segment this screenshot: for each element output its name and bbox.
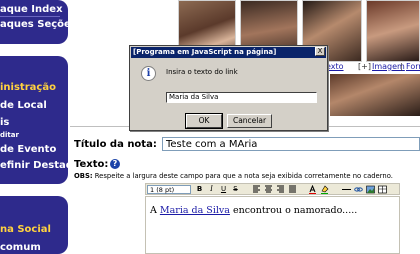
sidebar-section-admin: inistração de Local is ditar de Evento e… [0,56,77,184]
javascript-prompt-dialog: [Programa em JavaScript na página] X i I… [129,45,328,131]
sidebar-item-definir-destaque[interactable]: efinir Destaq. [0,160,77,171]
title-input[interactable]: Teste com a MAria [162,137,420,151]
align-center-icon[interactable] [264,185,273,194]
obs-label: OBS: [74,172,93,180]
ok-button[interactable]: OK [185,113,223,129]
photo-thumbnail-partial[interactable] [330,74,420,116]
editor-text-suffix: encontrou o namorado..... [229,205,358,216]
rich-text-editor[interactable]: A Maria da Silva encontrou o namorado...… [145,196,400,254]
obs-text: Respeite a largura deste campo para que … [92,172,393,180]
align-justify-icon[interactable] [288,185,297,194]
italic-button[interactable]: I [207,185,216,194]
sidebar-item-evento[interactable]: de Evento [0,144,56,155]
editor-text-prefix: A [150,205,160,216]
font-size-select[interactable]: 1 (8 pt) [147,185,191,194]
sidebar-item-editar[interactable]: ditar [0,131,19,139]
sidebar-social-heading: na Social [0,224,51,235]
align-right-icon[interactable] [276,185,285,194]
help-icon[interactable]: ? [110,159,120,169]
observation-note: OBS: Respeite a largura deste campo para… [74,172,393,180]
info-icon: i [141,66,156,81]
underline-button[interactable]: U [219,185,228,194]
sidebar-item-destaques-secoes[interactable]: aques Seções [0,19,77,30]
link-text-input[interactable]: Maria da Silva [166,92,317,103]
horizontal-rule-icon[interactable] [342,185,351,194]
sidebar-divider [0,16,60,17]
sidebar-item-is[interactable]: is [0,117,9,128]
link-add-label: [+] [358,62,371,71]
sidebar-section-social: na Social comum [0,196,68,254]
editor-link[interactable]: Maria da Silva [160,205,230,216]
dialog-title: [Programa em JavaScript na página] [133,48,277,56]
close-icon[interactable]: X [315,47,325,56]
image-icon[interactable] [366,185,375,194]
link-icon[interactable] [354,185,363,194]
strike-button[interactable]: S [231,185,240,194]
left-sidebar: aque Index aques Seções inistração de Lo… [0,0,77,254]
highlight-color-icon[interactable] [320,185,329,194]
align-left-icon[interactable] [252,185,261,194]
link-texto[interactable]: exto [326,62,344,71]
editor-content[interactable]: A Maria da Silva encontrou o namorado...… [150,205,357,216]
sidebar-item-destaque-index[interactable]: aque Index [0,4,63,15]
dialog-titlebar[interactable]: [Programa em JavaScript na página] [131,47,326,58]
bold-button[interactable]: B [195,185,204,194]
text-color-icon[interactable] [308,185,317,194]
link-form[interactable]: Form [406,62,420,71]
link-separator: | [400,62,403,71]
title-label: Título da nota: [74,139,157,150]
cancel-button[interactable]: Cancelar [227,114,272,128]
photo-thumbnail[interactable] [366,0,420,62]
editor-toolbar: 1 (8 pt) B I U S [145,183,400,195]
sidebar-item-comum[interactable]: comum [0,242,41,253]
dialog-message: Insira o texto do link [166,68,238,76]
table-icon[interactable] [378,185,387,194]
sidebar-section-top: aque Index aques Seções [0,0,77,44]
sidebar-item-local[interactable]: de Local [0,100,47,111]
text-label: Texto: [74,159,109,170]
sidebar-admin-heading: inistração [0,82,56,93]
